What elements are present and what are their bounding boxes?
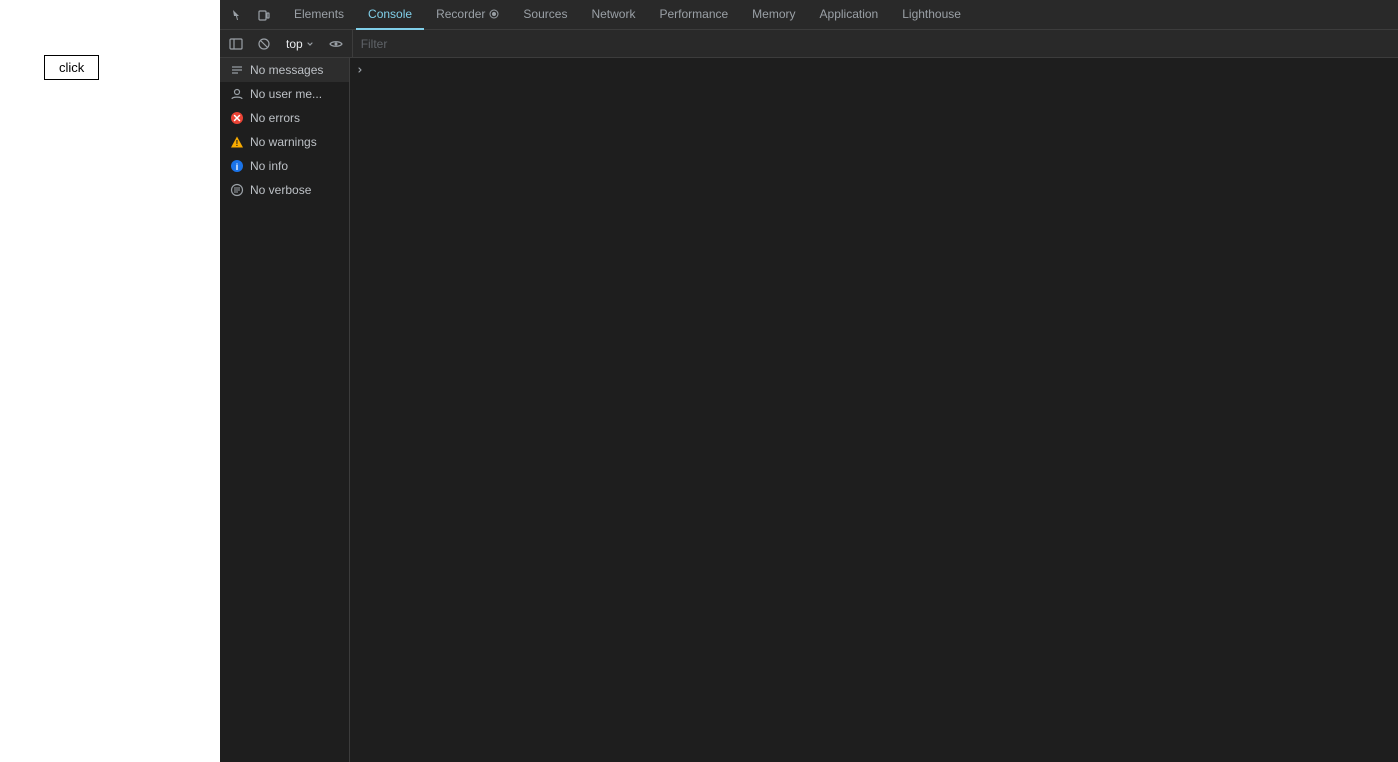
tab-bar: Elements Console Recorder Sources Networ… [220, 0, 1398, 30]
tab-lighthouse[interactable]: Lighthouse [890, 0, 973, 30]
tab-memory[interactable]: Memory [740, 0, 807, 30]
devtools-panel: Elements Console Recorder Sources Networ… [220, 0, 1398, 762]
sidebar-item-messages[interactable]: No messages [220, 58, 349, 82]
console-toolbar: top [220, 30, 1398, 58]
sidebar-item-info[interactable]: i No info [220, 154, 349, 178]
messages-icon [230, 63, 244, 77]
inspect-icon[interactable] [226, 3, 250, 27]
filter-input[interactable] [352, 30, 1394, 58]
tab-network[interactable]: Network [579, 0, 647, 30]
sidebar-item-errors[interactable]: No errors [220, 106, 349, 130]
tab-recorder[interactable]: Recorder [424, 0, 511, 30]
sidebar-item-verbose[interactable]: No verbose [220, 178, 349, 202]
sidebar-user-label: No user me... [250, 87, 322, 101]
sidebar-warnings-label: No warnings [250, 135, 317, 149]
tab-performance[interactable]: Performance [647, 0, 740, 30]
device-mode-icon[interactable] [252, 3, 276, 27]
verbose-icon [230, 183, 244, 197]
collapse-sidebar-btn[interactable] [350, 58, 370, 82]
tab-elements[interactable]: Elements [282, 0, 356, 30]
page-area: click [0, 0, 220, 762]
sidebar-toggle-btn[interactable] [224, 32, 248, 56]
tab-console[interactable]: Console [356, 0, 424, 30]
console-output-area [350, 58, 1398, 762]
clear-console-btn[interactable] [252, 32, 276, 56]
sidebar-errors-label: No errors [250, 111, 300, 125]
user-messages-icon [230, 87, 244, 101]
info-icon: i [230, 159, 244, 173]
sidebar-verbose-label: No verbose [250, 183, 311, 197]
tab-icons [220, 3, 282, 27]
error-icon [230, 111, 244, 125]
main-content: No messages No user me... [220, 58, 1398, 762]
sidebar-messages-label: No messages [250, 63, 323, 77]
eye-icon-btn[interactable] [324, 32, 348, 56]
context-selector[interactable]: top [280, 33, 320, 55]
tab-sources[interactable]: Sources [511, 0, 579, 30]
sidebar-info-label: No info [250, 159, 288, 173]
svg-text:!: ! [236, 139, 239, 148]
warning-icon: ! [230, 135, 244, 149]
tab-application[interactable]: Application [808, 0, 891, 30]
sidebar-item-warnings[interactable]: ! No warnings [220, 130, 349, 154]
console-sidebar: No messages No user me... [220, 58, 350, 762]
click-button[interactable]: click [44, 55, 99, 80]
svg-text:i: i [236, 162, 239, 172]
sidebar-item-user[interactable]: No user me... [220, 82, 349, 106]
